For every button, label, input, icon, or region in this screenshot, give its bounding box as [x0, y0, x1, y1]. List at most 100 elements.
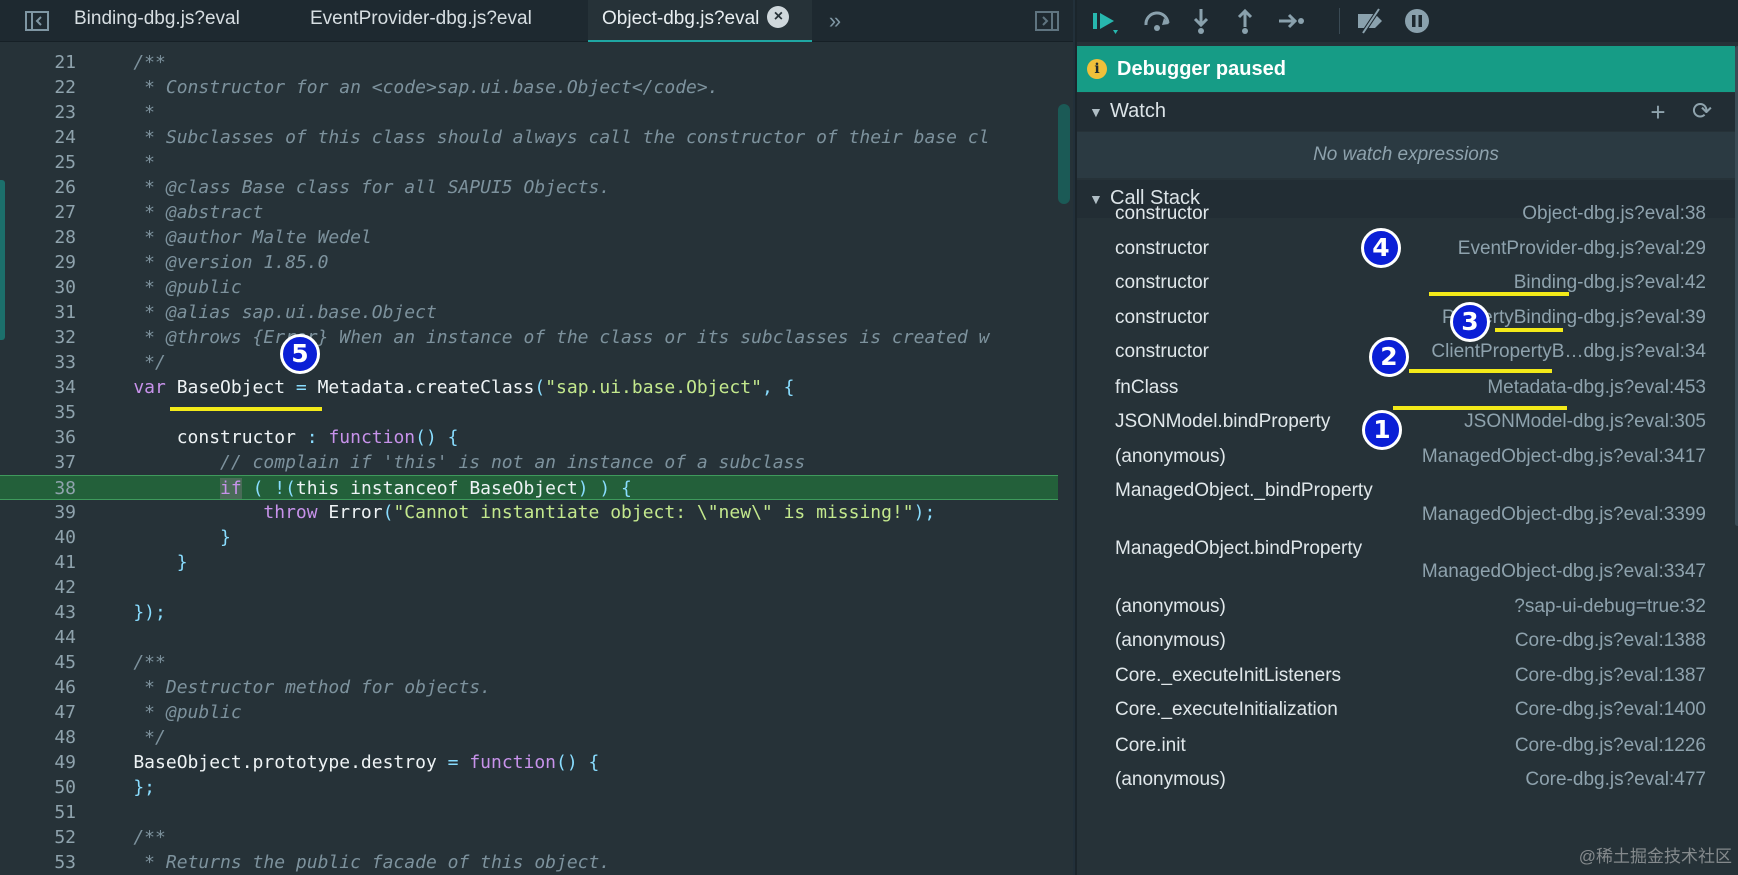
- callstack-frame-location[interactable]: ManagedObject-dbg.js?eval:3347: [1422, 561, 1706, 583]
- code-line[interactable]: 32 * @throws {Error} When an instance of…: [0, 325, 1058, 350]
- code-line[interactable]: 44: [0, 625, 1058, 650]
- callstack-frame-name[interactable]: Core._executeInitialization: [1115, 699, 1338, 721]
- callstack-frame-name[interactable]: constructor: [1115, 341, 1209, 363]
- callstack-frame-name[interactable]: (anonymous): [1115, 630, 1226, 652]
- line-number[interactable]: 25: [0, 150, 76, 175]
- line-number[interactable]: 42: [0, 575, 76, 600]
- step-over-icon[interactable]: [1141, 6, 1173, 36]
- callstack-frame-name[interactable]: constructor: [1115, 307, 1209, 329]
- callstack-frame-location[interactable]: Binding-dbg.js?eval:42: [1514, 272, 1706, 294]
- code-line[interactable]: 34 var BaseObject = Metadata.createClass…: [0, 375, 1058, 400]
- tab-binding[interactable]: Binding-dbg.js?eval: [60, 0, 254, 42]
- pause-on-exceptions-icon[interactable]: [1401, 6, 1433, 36]
- code-line[interactable]: 21 /**: [0, 50, 1058, 75]
- callstack-frame-location[interactable]: ManagedObject-dbg.js?eval:3399: [1422, 504, 1706, 526]
- line-number[interactable]: 37: [0, 450, 76, 475]
- callstack-frame-name[interactable]: Core.init: [1115, 735, 1186, 757]
- code-line[interactable]: 29 * @version 1.85.0: [0, 250, 1058, 275]
- line-number[interactable]: 43: [0, 600, 76, 625]
- code-line[interactable]: 48 */: [0, 725, 1058, 750]
- line-number[interactable]: 22: [0, 75, 76, 100]
- code-line[interactable]: 25 *: [0, 150, 1058, 175]
- code-line[interactable]: 24 * Subclasses of this class should alw…: [0, 125, 1058, 150]
- line-number[interactable]: 47: [0, 700, 76, 725]
- code-view[interactable]: 21 /** 22 * Constructor for an <code>sap.…: [0, 50, 1060, 875]
- callstack-frame-location[interactable]: ?sap-ui-debug=true:32: [1514, 596, 1706, 618]
- line-number[interactable]: 46: [0, 675, 76, 700]
- code-line[interactable]: 40 }: [0, 525, 1058, 550]
- line-number[interactable]: 52: [0, 825, 76, 850]
- line-number[interactable]: 30: [0, 275, 76, 300]
- callstack-frame-name[interactable]: (anonymous): [1115, 446, 1226, 468]
- code-line[interactable]: 45 /**: [0, 650, 1058, 675]
- callstack-frame-name[interactable]: ManagedObject.bindProperty: [1115, 538, 1362, 560]
- editor-scrollbar[interactable]: [1058, 104, 1070, 204]
- callstack-frame-location[interactable]: Core-dbg.js?eval:477: [1525, 769, 1706, 791]
- step-out-icon[interactable]: [1229, 6, 1261, 36]
- code-line[interactable]: 41 }: [0, 550, 1058, 575]
- line-number[interactable]: 49: [0, 750, 76, 775]
- code-line[interactable]: 30 * @public: [0, 275, 1058, 300]
- line-number[interactable]: 24: [0, 125, 76, 150]
- line-number[interactable]: 29: [0, 250, 76, 275]
- add-icon[interactable]: +: [1643, 97, 1673, 127]
- code-line[interactable]: 23 *: [0, 100, 1058, 125]
- line-number[interactable]: 35: [0, 400, 76, 425]
- callstack-frame-location[interactable]: Metadata-dbg.js?eval:453: [1487, 377, 1706, 399]
- callstack-frame-name[interactable]: ManagedObject._bindProperty: [1115, 480, 1373, 502]
- callstack-frame-location[interactable]: Core-dbg.js?eval:1400: [1515, 699, 1706, 721]
- line-number[interactable]: 45: [0, 650, 76, 675]
- line-number[interactable]: 34: [0, 375, 76, 400]
- code-line[interactable]: 33 */: [0, 350, 1058, 375]
- code-line[interactable]: 47 * @public: [0, 700, 1058, 725]
- line-number[interactable]: 26: [0, 175, 76, 200]
- line-number[interactable]: 50: [0, 775, 76, 800]
- callstack-frame-name[interactable]: (anonymous): [1115, 596, 1226, 618]
- callstack-frame-name[interactable]: (anonymous): [1115, 769, 1226, 791]
- line-number[interactable]: 28: [0, 225, 76, 250]
- code-line[interactable]: 31 * @alias sap.ui.base.Object: [0, 300, 1058, 325]
- code-line[interactable]: 27 * @abstract: [0, 200, 1058, 225]
- resume-icon[interactable]: [1089, 6, 1121, 36]
- line-number[interactable]: 33: [0, 350, 76, 375]
- callstack-frame-location[interactable]: Object-dbg.js?eval:38: [1522, 203, 1706, 225]
- callstack-frame-location[interactable]: ClientPropertyB…dbg.js?eval:34: [1431, 341, 1706, 363]
- line-number[interactable]: 51: [0, 800, 76, 825]
- code-line-paused[interactable]: 38 if ( !(this instanceof BaseObject) ) …: [0, 475, 1058, 500]
- tab-object[interactable]: Object-dbg.js?eval ×: [588, 0, 812, 42]
- callstack-frame-location[interactable]: Core-dbg.js?eval:1387: [1515, 665, 1706, 687]
- callstack-frame-name[interactable]: constructor: [1115, 238, 1209, 260]
- code-line[interactable]: 43 });: [0, 600, 1058, 625]
- code-line[interactable]: 51: [0, 800, 1058, 825]
- line-number[interactable]: 31: [0, 300, 76, 325]
- line-number[interactable]: 38: [0, 476, 76, 501]
- code-line[interactable]: 37 // complain if 'this' is not an insta…: [0, 450, 1058, 475]
- line-number[interactable]: 27: [0, 200, 76, 225]
- chevrons-right-icon[interactable]: »: [822, 9, 848, 33]
- code-line[interactable]: 50 };: [0, 775, 1058, 800]
- callstack-frame-location[interactable]: JSONModel-dbg.js?eval:305: [1464, 411, 1706, 433]
- sidebar-toggle-icon[interactable]: [24, 9, 50, 33]
- line-number[interactable]: 36: [0, 425, 76, 450]
- code-line[interactable]: 39 throw Error("Cannot instantiate objec…: [0, 500, 1058, 525]
- callstack-frame-name[interactable]: constructor: [1115, 272, 1209, 294]
- deactivate-breakpoints-icon[interactable]: [1355, 6, 1387, 36]
- callstack-frame-name[interactable]: constructor: [1115, 203, 1209, 225]
- close-icon[interactable]: ×: [767, 5, 790, 28]
- step-into-icon[interactable]: [1185, 6, 1217, 36]
- code-line[interactable]: 36 constructor : function() {: [0, 425, 1058, 450]
- callstack-frame-location[interactable]: ManagedObject-dbg.js?eval:3417: [1422, 446, 1706, 468]
- code-line[interactable]: 22 * Constructor for an <code>sap.ui.bas…: [0, 75, 1058, 100]
- code-line[interactable]: 53 * Returns the public facade of this o…: [0, 850, 1058, 875]
- step-icon[interactable]: [1275, 6, 1307, 36]
- line-number[interactable]: 40: [0, 525, 76, 550]
- line-number[interactable]: 21: [0, 50, 76, 75]
- code-line[interactable]: 46 * Destructor method for objects.: [0, 675, 1058, 700]
- code-line[interactable]: 52 /**: [0, 825, 1058, 850]
- line-number[interactable]: 32: [0, 325, 76, 350]
- line-number[interactable]: 44: [0, 625, 76, 650]
- callstack-frame-location[interactable]: EventProvider-dbg.js?eval:29: [1458, 238, 1706, 260]
- callstack-frame-name[interactable]: Core._executeInitListeners: [1115, 665, 1341, 687]
- callstack-frame-name[interactable]: JSONModel.bindProperty: [1115, 411, 1330, 433]
- code-line[interactable]: 49 BaseObject.prototype.destroy = functi…: [0, 750, 1058, 775]
